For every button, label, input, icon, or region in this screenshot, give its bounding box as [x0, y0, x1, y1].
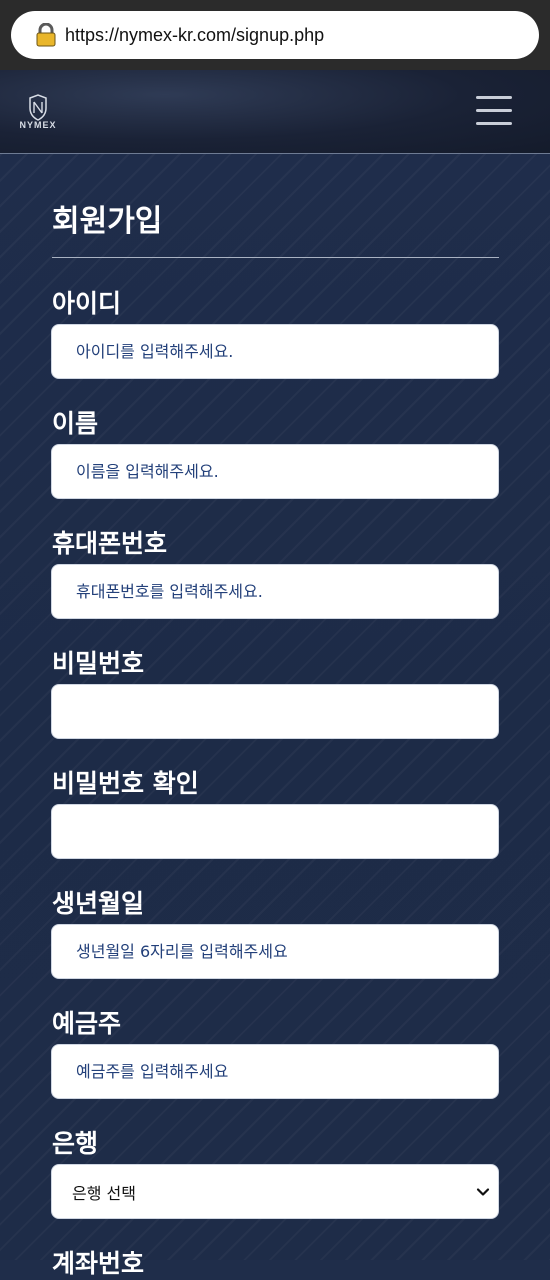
label-account-number: 계좌번호: [52, 1249, 145, 1278]
chevron-down-icon: [476, 1184, 490, 1198]
hamburger-menu-button[interactable]: [476, 96, 512, 128]
label-account-holder: 예금주: [52, 1009, 122, 1038]
label-password-confirm: 비밀번호 확인: [52, 769, 199, 798]
account-holder-input[interactable]: [51, 1044, 499, 1099]
label-password: 비밀번호: [52, 649, 145, 678]
page-title: 회원가입: [52, 204, 163, 239]
label-phone: 휴대폰번호: [52, 529, 168, 558]
url-text[interactable]: https://nymex-kr.com/signup.php: [65, 25, 324, 46]
menu-bar-icon: [476, 122, 512, 125]
site-header: NYMEX: [0, 70, 550, 154]
user-id-input[interactable]: [51, 324, 499, 379]
bank-select-value: 은행 선택: [72, 1183, 136, 1203]
phone-input[interactable]: [51, 564, 499, 619]
signup-form: 회원가입 아이디 이름 휴대폰번호 비밀번호 비밀번호 확인 생년월일 예금주 …: [0, 154, 550, 1278]
name-input[interactable]: [51, 444, 499, 499]
address-bar[interactable]: https://nymex-kr.com/signup.php: [11, 11, 539, 59]
label-birthdate: 생년월일: [52, 889, 145, 918]
browser-bar: https://nymex-kr.com/signup.php: [0, 0, 550, 70]
password-confirm-input[interactable]: [51, 804, 499, 859]
menu-bar-icon: [476, 109, 512, 112]
label-bank: 은행: [52, 1129, 99, 1158]
label-user-id: 아이디: [52, 289, 122, 318]
menu-bar-icon: [476, 96, 512, 99]
birthdate-input[interactable]: [51, 924, 499, 979]
bank-select[interactable]: 은행 선택: [51, 1164, 499, 1219]
label-name: 이름: [52, 409, 99, 438]
title-divider: [52, 257, 499, 258]
logo-text: NYMEX: [19, 120, 57, 130]
password-input[interactable]: [51, 684, 499, 739]
lock-icon: [35, 23, 57, 47]
